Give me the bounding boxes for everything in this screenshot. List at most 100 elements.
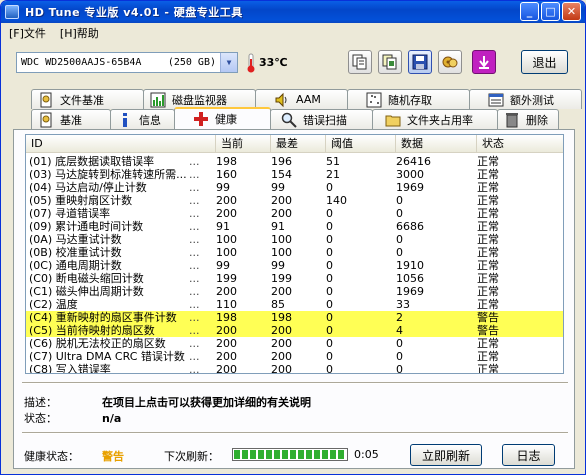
cell-data: 0	[396, 207, 403, 220]
cell-threshold: 0	[326, 246, 333, 259]
cell-threshold: 0	[326, 207, 333, 220]
table-row[interactable]: (C4) 重新映射的扇区事件计数... 198 198 0 2 警告	[26, 311, 563, 324]
drive-size: (250 GB)	[167, 57, 216, 68]
chevron-down-icon[interactable]: ▼	[220, 53, 237, 72]
log-button[interactable]: 日志	[502, 444, 555, 466]
tab-benchmark[interactable]: 基准	[31, 109, 111, 129]
menu-file[interactable]: [F]文件	[7, 25, 48, 41]
cell-threshold: 0	[326, 298, 333, 311]
table-row[interactable]: (01) 底层数据读取错误率... 198 196 51 26416 正常	[26, 155, 563, 168]
table-row[interactable]: (0C) 通电周期计数... 99 99 0 1910 正常	[26, 259, 563, 272]
cell-current: 198	[216, 311, 237, 324]
copy-screenshot-button[interactable]	[378, 50, 402, 74]
tab-aam[interactable]: AAM	[255, 89, 348, 109]
cell-ellipsis: ...	[189, 220, 200, 233]
status-row: 状态： n/a	[24, 410, 121, 426]
col-data[interactable]: 数据	[396, 135, 477, 153]
cell-data: 0	[396, 363, 403, 374]
cell-status: 正常	[477, 259, 499, 272]
table-row[interactable]: (07) 寻道错误率... 200 200 0 0 正常	[26, 207, 563, 220]
cell-data: 1969	[396, 285, 424, 298]
cell-status: 正常	[477, 155, 499, 168]
tab-info[interactable]: 信息	[110, 109, 175, 129]
col-current[interactable]: 当前	[216, 135, 271, 153]
cell-worst: 85	[271, 298, 285, 311]
cell-current: 99	[216, 181, 230, 194]
download-button[interactable]	[472, 50, 496, 74]
cell-id: (C6) 脱机无法校正的扇区数	[29, 337, 166, 350]
table-header: ID 当前 最差 阈值 数据 状态	[26, 135, 563, 153]
exit-button[interactable]: 退出	[521, 50, 568, 74]
options-button[interactable]	[438, 50, 462, 74]
table-row[interactable]: (0A) 马达重试计数... 100 100 0 0 正常	[26, 233, 563, 246]
smart-table[interactable]: ID 当前 最差 阈值 数据 状态 (01) 底层数据读取错误率... 198 19…	[25, 134, 564, 374]
refresh-progress-bar	[232, 448, 348, 461]
disk-monitor-icon	[150, 92, 166, 107]
table-row[interactable]: (C6) 脱机无法校正的扇区数... 200 200 0 0 正常	[26, 337, 563, 350]
table-row[interactable]: (C1) 磁头伸出周期计数... 200 200 0 1969 正常	[26, 285, 563, 298]
col-id[interactable]: ID	[26, 135, 216, 153]
cell-worst: 200	[271, 285, 292, 298]
cell-current: 110	[216, 298, 237, 311]
tab-row-bottom: 基准 信息 健康 错误扫描 文件夹占用率 删除	[31, 107, 559, 129]
tab-folder-usage[interactable]: 文件夹占用率	[372, 109, 498, 129]
tab-delete[interactable]: 删除	[497, 109, 559, 129]
cell-worst: 200	[271, 194, 292, 207]
minimize-button[interactable]: _	[520, 2, 539, 21]
next-refresh-label: 下次刷新：	[164, 450, 219, 463]
tab-file-benchmark[interactable]: 文件基准	[31, 89, 144, 109]
cell-data: 0	[396, 233, 403, 246]
cell-ellipsis: ...	[189, 168, 200, 181]
cell-data: 4	[396, 324, 403, 337]
cell-ellipsis: ...	[189, 350, 200, 363]
drive-name: WDC WD2500AAJS-65B4A	[21, 57, 142, 68]
cell-worst: 91	[271, 220, 285, 233]
copy-text-button[interactable]	[348, 50, 372, 74]
table-row[interactable]: (0B) 校准重试计数... 100 100 0 0 正常	[26, 246, 563, 259]
cell-ellipsis: ...	[189, 298, 200, 311]
table-row[interactable]: (09) 累计通电时间计数... 91 91 0 6686 正常	[26, 220, 563, 233]
tab-extra-tests[interactable]: 额外测试	[469, 89, 582, 109]
table-row[interactable]: (05) 重映射扇区计数... 200 200 140 0 正常	[26, 194, 563, 207]
table-row[interactable]: (C7) Ultra DMA CRC 错误计数... 200 200 0 0 正常	[26, 350, 563, 363]
tab-random-access[interactable]: 随机存取	[347, 89, 470, 109]
drive-select[interactable]: WDC WD2500AAJS-65B4A (250 GB) ▼	[16, 52, 238, 73]
tab-health[interactable]: 健康	[174, 107, 271, 129]
health-cross-icon	[194, 112, 208, 126]
cell-current: 100	[216, 233, 237, 246]
cell-id: (C4) 重新映射的扇区事件计数	[29, 311, 177, 324]
save-icon	[412, 54, 428, 70]
cell-current: 200	[216, 337, 237, 350]
close-button[interactable]: ✕	[562, 2, 581, 21]
tab-disk-monitor[interactable]: 磁盘监视器	[143, 89, 256, 109]
cell-worst: 198	[271, 311, 292, 324]
cell-data: 6686	[396, 220, 424, 233]
table-row[interactable]: (C8) 写入错误率... 200 200 0 0 正常	[26, 363, 563, 374]
menu-help[interactable]: [H]帮助	[58, 25, 101, 41]
tab-error-scan[interactable]: 错误扫描	[270, 109, 373, 129]
cell-ellipsis: ...	[189, 337, 200, 350]
divider	[22, 432, 568, 434]
options-icon	[442, 56, 458, 68]
cell-current: 99	[216, 259, 230, 272]
table-row[interactable]: (C5) 当前待映射的扇区数... 200 200 0 4 警告	[26, 324, 563, 337]
cell-current: 160	[216, 168, 237, 181]
cell-worst: 200	[271, 207, 292, 220]
col-threshold[interactable]: 阈值	[326, 135, 396, 153]
table-row[interactable]: (03) 马达旋转到标准转速所需...... 160 154 21 3000 正常	[26, 168, 563, 181]
window-title: HD Tune 专业版 v4.01 - 硬盘专业工具	[25, 6, 243, 19]
cell-ellipsis: ...	[189, 324, 200, 337]
tab-label: 健康	[215, 113, 237, 126]
col-status[interactable]: 状态	[477, 135, 563, 153]
table-row[interactable]: (C0) 断电磁头缩回计数... 199 199 0 1056 正常	[26, 272, 563, 285]
refresh-now-button[interactable]: 立即刷新	[410, 444, 482, 466]
cell-data: 3000	[396, 168, 424, 181]
cell-worst: 196	[271, 155, 292, 168]
maximize-button[interactable]: □	[541, 2, 560, 21]
menu-bar: [F]文件 [H]帮助	[7, 24, 101, 42]
col-worst[interactable]: 最差	[271, 135, 326, 153]
save-button[interactable]	[408, 50, 432, 74]
cell-current: 200	[216, 285, 237, 298]
table-row[interactable]: (C2) 温度... 110 85 0 33 正常	[26, 298, 563, 311]
table-row[interactable]: (04) 马达启动/停止计数... 99 99 0 1969 正常	[26, 181, 563, 194]
